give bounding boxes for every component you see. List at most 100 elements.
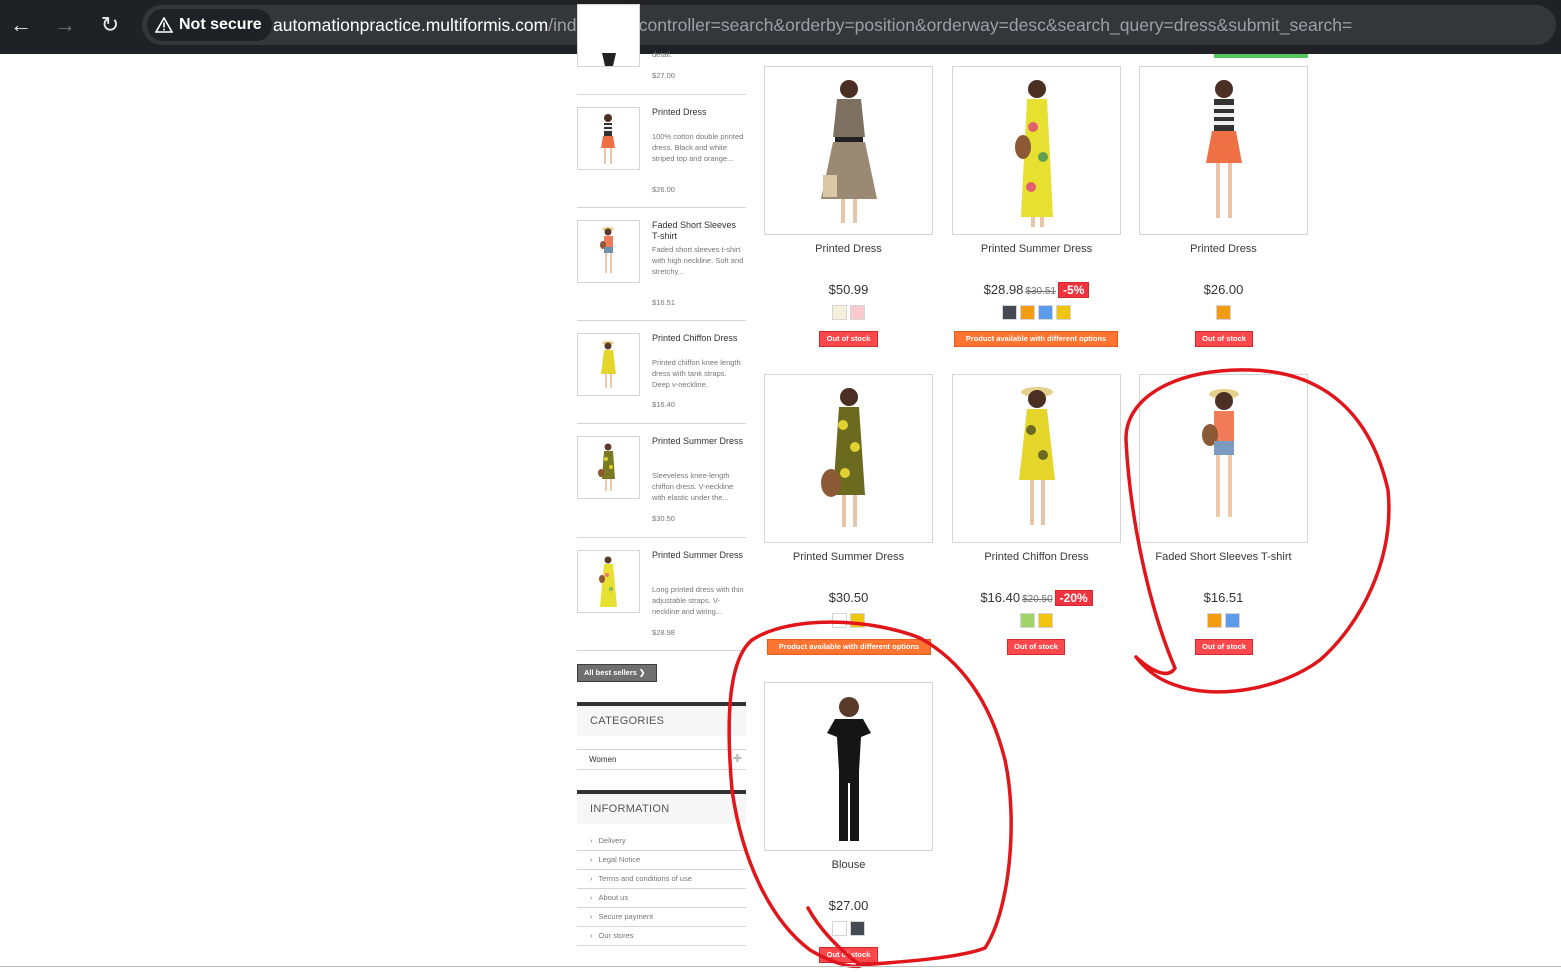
best-seller-item[interactable]: Printed Chiffon Dress Printed chiffon kn…	[577, 321, 746, 424]
info-link-label: Secure payment	[598, 912, 654, 921]
color-swatch[interactable]	[850, 921, 865, 936]
old-price: $30.51	[1025, 286, 1056, 297]
best-seller-item[interactable]: Printed Summer Dress Sleeveless knee-len…	[577, 424, 746, 538]
page-bottom-divider	[0, 966, 1561, 967]
back-arrow-icon[interactable]: ←	[8, 12, 34, 38]
product-name[interactable]: Printed Summer Dress	[764, 551, 933, 563]
product-image[interactable]	[952, 374, 1121, 543]
best-seller-title[interactable]: Faded Short Sleeves T-shirt	[652, 220, 744, 242]
product-price-line: $27.00	[764, 898, 933, 913]
product-image[interactable]	[952, 66, 1121, 235]
security-label: Not secure	[179, 16, 262, 33]
color-swatch[interactable]	[832, 921, 847, 936]
color-swatch[interactable]	[1225, 613, 1240, 628]
product-thumbnail[interactable]	[577, 4, 640, 67]
info-link-label: Delivery	[598, 836, 626, 845]
chevron-right-icon: ›	[590, 912, 593, 921]
best-seller-desc: detail.	[652, 50, 673, 59]
best-seller-title[interactable]: Printed Summer Dress	[652, 436, 744, 447]
information-title: INFORMATION	[577, 790, 746, 824]
color-swatch[interactable]	[1020, 305, 1035, 320]
best-seller-item[interactable]: Faded Short Sleeves T-shirt Faded short …	[577, 208, 746, 321]
plus-icon[interactable]: ✚	[733, 750, 742, 769]
best-seller-item[interactable]: Printed Summer Dress Long printed dress …	[577, 538, 746, 651]
product-image[interactable]	[1139, 66, 1308, 235]
product-price-line: $50.99	[764, 282, 933, 297]
info-link-terms[interactable]: › Terms and conditions of use	[577, 870, 746, 889]
best-seller-desc: Printed chiffon knee length dress with t…	[652, 358, 741, 389]
product-thumbnail[interactable]	[577, 436, 640, 499]
discount-badge: -5%	[1058, 282, 1090, 298]
info-link-legal-notice[interactable]: › Legal Notice	[577, 851, 746, 870]
color-swatch[interactable]	[1207, 613, 1222, 628]
product-thumbnail[interactable]	[577, 333, 640, 396]
product-price: $28.98	[983, 282, 1024, 297]
color-swatch[interactable]	[1038, 305, 1053, 320]
color-swatch[interactable]	[832, 613, 847, 628]
product-name[interactable]: Printed Chiffon Dress	[952, 551, 1121, 563]
best-seller-price: $16.40	[652, 400, 675, 409]
color-swatch[interactable]	[1216, 305, 1231, 320]
availability-badge: Out of stock	[1195, 639, 1253, 655]
info-link-about-us[interactable]: › About us	[577, 889, 746, 908]
chevron-right-icon: ❯	[639, 668, 646, 677]
product-name[interactable]: Printed Summer Dress	[952, 243, 1121, 255]
product-image[interactable]	[1139, 374, 1308, 543]
add-to-cart-button-fragment[interactable]	[1214, 54, 1308, 58]
availability-badge: Out of stock	[1007, 639, 1065, 655]
best-seller-item[interactable]: Printed Dress 100% cotton double printed…	[577, 95, 746, 208]
address-bar[interactable]: Not secure automationpractice.multiformi…	[142, 5, 1556, 45]
product-price: $50.99	[828, 282, 869, 297]
info-link-delivery[interactable]: › Delivery	[577, 832, 746, 851]
color-swatch[interactable]	[1002, 305, 1017, 320]
browser-toolbar: ← → ↻ Not secure automationpractice.mult…	[0, 0, 1561, 54]
color-swatches	[1139, 613, 1308, 628]
product-image[interactable]	[764, 66, 933, 235]
color-swatch[interactable]	[832, 305, 847, 320]
all-best-sellers-label: All best sellers	[584, 668, 637, 677]
color-swatch[interactable]	[850, 305, 865, 320]
best-seller-title[interactable]: Printed Chiffon Dress	[652, 333, 744, 344]
product-image[interactable]	[764, 682, 933, 851]
color-swatch[interactable]	[1038, 613, 1053, 628]
best-seller-item: detail. $27.00	[577, 4, 746, 95]
url-text[interactable]: automationpractice.multiformis.com/index…	[273, 5, 1352, 45]
security-chip[interactable]: Not secure	[147, 9, 272, 41]
product-name[interactable]: Faded Short Sleeves T-shirt	[1139, 551, 1308, 563]
product-name[interactable]: Printed Dress	[764, 243, 933, 255]
info-link-label: Legal Notice	[598, 855, 641, 864]
availability-badge: Out of stock	[819, 947, 878, 963]
color-swatch[interactable]	[1056, 305, 1071, 320]
best-seller-desc: Long printed dress with thin adjustable …	[652, 585, 744, 616]
product-name[interactable]: Printed Dress	[1139, 243, 1308, 255]
chevron-right-icon: ›	[590, 931, 593, 940]
info-link-our-stores[interactable]: › Our stores	[577, 927, 746, 946]
product-thumbnail[interactable]	[577, 107, 640, 170]
chevron-right-icon: ›	[590, 874, 593, 883]
category-item-women[interactable]: Women ✚	[577, 749, 746, 770]
product-price: $26.00	[1203, 282, 1244, 297]
category-label: Women	[589, 755, 617, 764]
product-name[interactable]: Blouse	[764, 859, 933, 871]
color-swatch[interactable]	[850, 613, 865, 628]
reload-icon[interactable]: ↻	[97, 12, 123, 38]
info-link-secure-payment[interactable]: › Secure payment	[577, 908, 746, 927]
best-seller-desc: Sleeveless knee-length chiffon dress. V-…	[652, 471, 734, 502]
best-seller-price: $28.98	[652, 628, 675, 637]
info-link-label: About us	[598, 893, 629, 902]
url-path: /index.php?controller=search&orderby=pos…	[548, 15, 1353, 35]
forward-arrow-icon[interactable]: →	[52, 12, 78, 38]
availability-badge: Product available with different options	[767, 639, 931, 655]
product-price-line: $16.51	[1139, 590, 1308, 605]
availability-badge: Out of stock	[1195, 331, 1253, 347]
best-seller-title[interactable]: Printed Summer Dress	[652, 550, 744, 561]
availability-badge: Product available with different options	[954, 331, 1118, 347]
best-seller-title[interactable]: Printed Dress	[652, 107, 744, 118]
best-seller-price: $27.00	[652, 71, 675, 80]
product-thumbnail[interactable]	[577, 220, 640, 283]
discount-badge: -20%	[1054, 590, 1093, 606]
product-thumbnail[interactable]	[577, 550, 640, 613]
all-best-sellers-button[interactable]: All best sellers ❯	[577, 664, 657, 682]
color-swatch[interactable]	[1020, 613, 1035, 628]
product-image[interactable]	[764, 374, 933, 543]
